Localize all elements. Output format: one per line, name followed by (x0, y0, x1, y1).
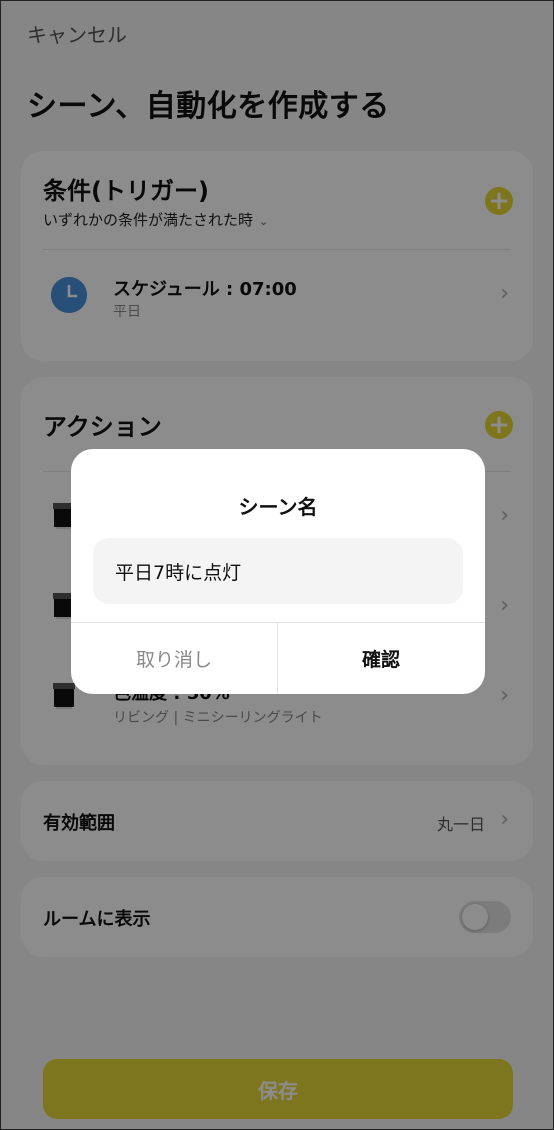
dialog-confirm-button[interactable]: 確認 (278, 623, 484, 694)
scene-name-dialog: シーン名 取り消し 確認 (71, 449, 485, 694)
dialog-cancel-button[interactable]: 取り消し (71, 623, 277, 694)
dialog-title: シーン名 (238, 495, 318, 519)
scene-name-input[interactable] (93, 538, 463, 604)
